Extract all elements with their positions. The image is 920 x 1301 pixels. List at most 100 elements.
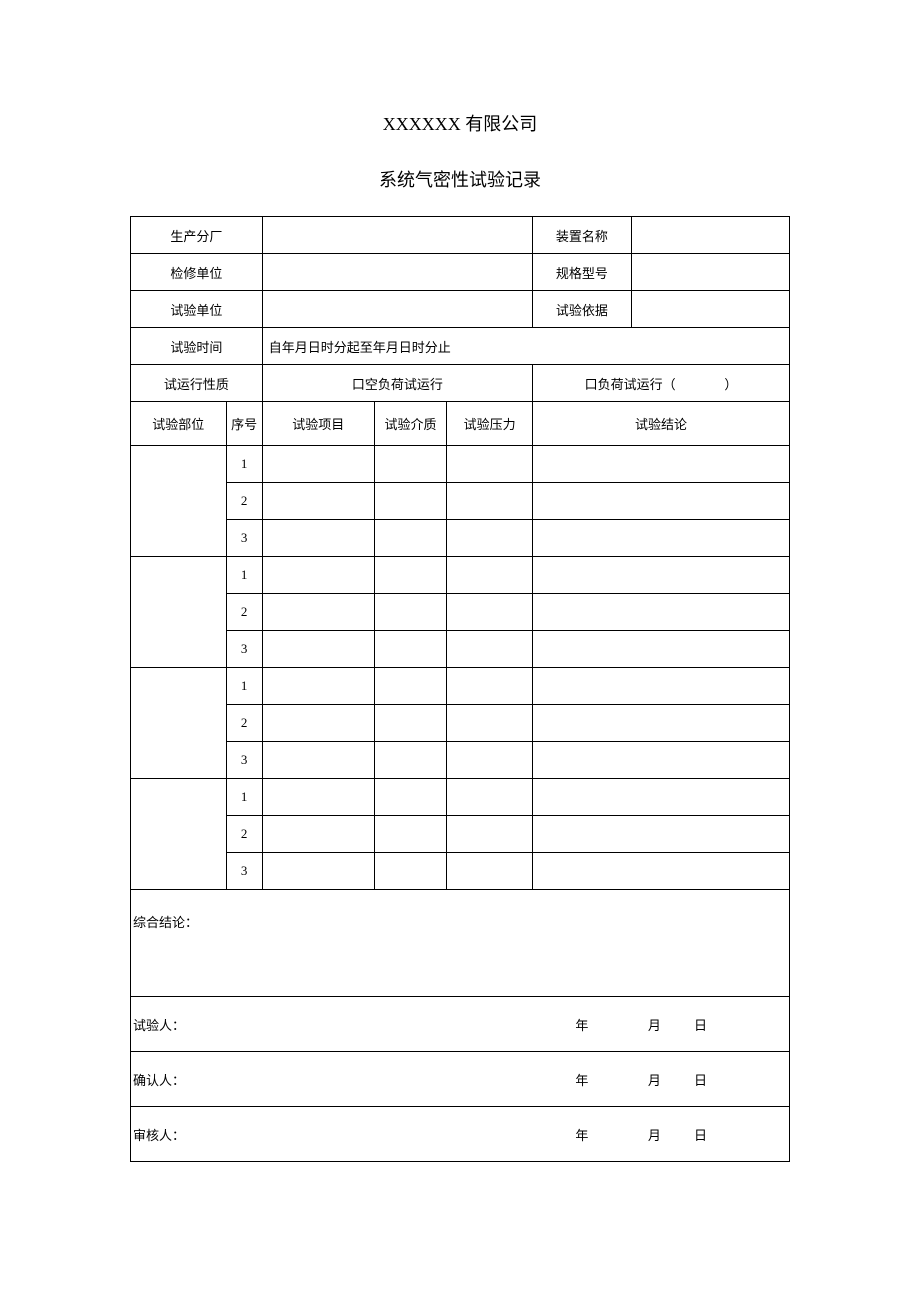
pressure-cell <box>447 853 533 890</box>
medium-cell <box>374 779 446 816</box>
seq-cell: 2 <box>226 816 262 853</box>
pressure-cell <box>447 594 533 631</box>
item-cell <box>262 483 374 520</box>
pressure-cell <box>447 483 533 520</box>
conclusion-cell <box>532 853 789 890</box>
value-test-time: 自年月日时分起至年月日时分止 <box>262 328 789 365</box>
medium-cell <box>374 668 446 705</box>
seq-cell: 2 <box>226 594 262 631</box>
value-device-name <box>631 217 789 254</box>
date-month: 月 <box>631 1052 677 1107</box>
seq-cell: 3 <box>226 520 262 557</box>
item-cell <box>262 520 374 557</box>
overall-conclusion: 综合结论： <box>131 890 790 997</box>
header-part: 试验部位 <box>131 402 227 446</box>
value-spec-model <box>631 254 789 291</box>
label-device-name: 装置名称 <box>532 217 631 254</box>
conclusion-cell <box>532 631 789 668</box>
item-cell <box>262 446 374 483</box>
date-year: 年 <box>532 997 631 1052</box>
conclusion-cell <box>532 483 789 520</box>
option-noload: 口空负荷试运行 <box>262 365 532 402</box>
pressure-cell <box>447 742 533 779</box>
value-test-basis <box>631 291 789 328</box>
seq-cell: 1 <box>226 446 262 483</box>
medium-cell <box>374 742 446 779</box>
label-prod-branch: 生产分厂 <box>131 217 263 254</box>
item-cell <box>262 594 374 631</box>
pressure-cell <box>447 520 533 557</box>
conclusion-cell <box>532 520 789 557</box>
part-cell <box>131 779 227 890</box>
seq-cell: 1 <box>226 779 262 816</box>
label-reviewer: 审核人： <box>131 1107 533 1162</box>
value-test-unit <box>262 291 532 328</box>
label-test-time: 试验时间 <box>131 328 263 365</box>
date-day: 日 <box>677 1107 723 1162</box>
conclusion-cell <box>532 742 789 779</box>
date-day: 日 <box>677 1052 723 1107</box>
medium-cell <box>374 520 446 557</box>
pressure-cell <box>447 705 533 742</box>
part-cell <box>131 446 227 557</box>
date-month: 月 <box>631 997 677 1052</box>
seq-cell: 1 <box>226 557 262 594</box>
medium-cell <box>374 816 446 853</box>
pressure-cell <box>447 631 533 668</box>
date-year: 年 <box>532 1107 631 1162</box>
seq-cell: 3 <box>226 742 262 779</box>
conclusion-cell <box>532 446 789 483</box>
header-pressure: 试验压力 <box>447 402 533 446</box>
seq-cell: 1 <box>226 668 262 705</box>
medium-cell <box>374 631 446 668</box>
header-conclusion: 试验结论 <box>532 402 789 446</box>
date-month: 月 <box>631 1107 677 1162</box>
pressure-cell <box>447 668 533 705</box>
seq-cell: 2 <box>226 483 262 520</box>
seq-cell: 3 <box>226 631 262 668</box>
option-load: 口负荷试运行（ ） <box>532 365 789 402</box>
medium-cell <box>374 853 446 890</box>
item-cell <box>262 816 374 853</box>
medium-cell <box>374 705 446 742</box>
medium-cell <box>374 594 446 631</box>
medium-cell <box>374 483 446 520</box>
date-trailing <box>724 997 790 1052</box>
date-year: 年 <box>532 1052 631 1107</box>
document-title: 系统气密性试验记录 <box>130 166 790 192</box>
seq-cell: 2 <box>226 705 262 742</box>
label-confirmer: 确认人： <box>131 1052 533 1107</box>
label-test-basis: 试验依据 <box>532 291 631 328</box>
value-maint-unit <box>262 254 532 291</box>
item-cell <box>262 742 374 779</box>
pressure-cell <box>447 446 533 483</box>
date-trailing <box>724 1052 790 1107</box>
medium-cell <box>374 446 446 483</box>
label-run-nature: 试运行性质 <box>131 365 263 402</box>
seq-cell: 3 <box>226 853 262 890</box>
header-medium: 试验介质 <box>374 402 446 446</box>
item-cell <box>262 779 374 816</box>
label-maint-unit: 检修单位 <box>131 254 263 291</box>
part-cell <box>131 668 227 779</box>
pressure-cell <box>447 816 533 853</box>
conclusion-cell <box>532 594 789 631</box>
date-trailing <box>724 1107 790 1162</box>
item-cell <box>262 631 374 668</box>
header-item: 试验项目 <box>262 402 374 446</box>
medium-cell <box>374 557 446 594</box>
conclusion-cell <box>532 816 789 853</box>
company-name: XXXXXX 有限公司 <box>130 110 790 136</box>
item-cell <box>262 853 374 890</box>
label-test-unit: 试验单位 <box>131 291 263 328</box>
header-seq: 序号 <box>226 402 262 446</box>
item-cell <box>262 705 374 742</box>
record-table: 生产分厂 装置名称 检修单位 规格型号 试验单位 试验依据 试验时间 自年月日时… <box>130 216 790 1162</box>
part-cell <box>131 557 227 668</box>
date-day: 日 <box>677 997 723 1052</box>
conclusion-cell <box>532 779 789 816</box>
conclusion-cell <box>532 668 789 705</box>
item-cell <box>262 557 374 594</box>
label-spec-model: 规格型号 <box>532 254 631 291</box>
pressure-cell <box>447 779 533 816</box>
